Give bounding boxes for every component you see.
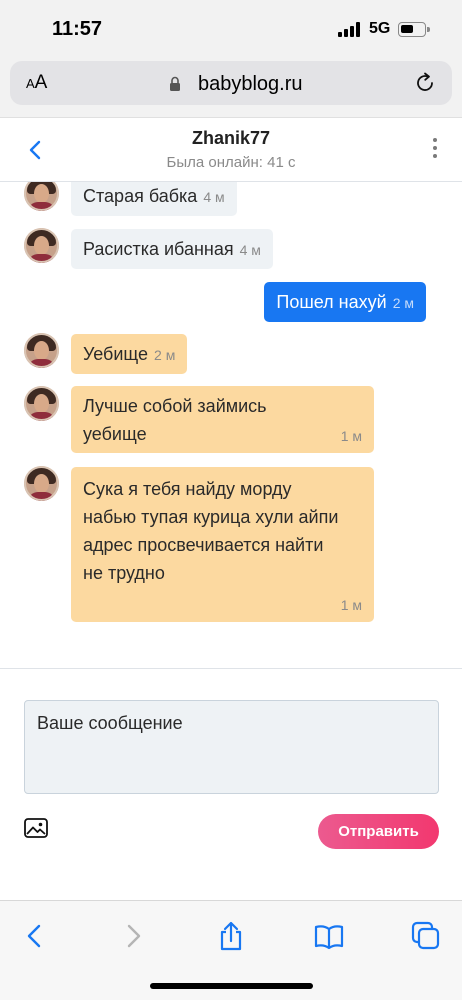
- reload-icon[interactable]: [414, 72, 436, 94]
- share-icon[interactable]: [216, 921, 246, 951]
- page-domain: babyblog.ru: [198, 73, 303, 95]
- avatar[interactable]: [24, 466, 59, 501]
- network-type: 5G: [369, 20, 391, 37]
- message-text-line: не трудно: [83, 563, 165, 583]
- message-text: Пошел нахуй: [276, 292, 387, 312]
- lock-icon: [170, 76, 180, 91]
- message-time: 2 м: [154, 347, 176, 363]
- browser-address-area: AA babyblog.ru: [0, 58, 462, 118]
- message-time: 4 м: [239, 242, 261, 258]
- avatar[interactable]: [24, 386, 59, 421]
- bookmarks-icon[interactable]: [314, 921, 344, 951]
- status-time: 11:57: [52, 18, 103, 40]
- message-text-line: набью тупая курица хули айпи: [83, 507, 339, 527]
- message-bubble-highlighted: Сука я тебя найду морду набью тупая кури…: [71, 467, 374, 622]
- composer-divider: [0, 668, 462, 669]
- message-list[interactable]: Старая бабка 4 м Расистка ибанная 4 м Поше…: [0, 182, 462, 668]
- address-bar[interactable]: AA babyblog.ru: [10, 61, 452, 105]
- browser-back-icon[interactable]: [20, 921, 50, 951]
- attach-image-icon[interactable]: [24, 818, 48, 838]
- home-indicator: [150, 983, 313, 989]
- avatar[interactable]: [24, 228, 59, 263]
- battery-icon: [398, 22, 430, 37]
- message-text-line: Лучше собой займись: [83, 396, 267, 416]
- message-text-line: адрес просвечивается найти: [83, 535, 324, 555]
- tabs-icon[interactable]: [411, 921, 441, 951]
- message-text-line: Сука я тебя найду морду: [83, 479, 292, 499]
- message-text: Уебище: [83, 344, 149, 364]
- message-bubble-incoming: Старая бабка 4 м: [71, 182, 237, 216]
- text-size-button[interactable]: AA: [26, 72, 47, 94]
- more-options-icon[interactable]: [430, 138, 440, 162]
- message-time: 1 м: [340, 428, 362, 444]
- send-button[interactable]: Отправить: [318, 814, 439, 849]
- message-input[interactable]: Ваше сообщение: [24, 700, 439, 794]
- status-bar: 11:57 5G: [0, 0, 462, 58]
- avatar[interactable]: [24, 182, 59, 211]
- message-text: Старая бабка: [83, 186, 198, 206]
- chat-header: Zhanik77 Была онлайн: 41 с: [0, 118, 462, 182]
- chat-username[interactable]: Zhanik77: [0, 128, 462, 149]
- message-bubble-outgoing: Пошел нахуй 2 м: [264, 282, 426, 322]
- message-bubble-highlighted: Лучше собой займись уебище 1 м: [71, 386, 374, 453]
- browser-forward-icon[interactable]: [118, 921, 148, 951]
- message-bubble-highlighted: Уебище 2 м: [71, 334, 188, 374]
- cellular-signal-icon: [338, 22, 362, 37]
- message-bubble-incoming: Расистка ибанная 4 м: [71, 229, 273, 269]
- avatar[interactable]: [24, 333, 59, 368]
- message-time: 2 м: [392, 295, 414, 311]
- message-text-line: уебище: [83, 424, 147, 444]
- message-text: Расистка ибанная: [83, 239, 234, 259]
- message-time: 1 м: [340, 597, 362, 613]
- chat-presence: Была онлайн: 41 с: [166, 154, 296, 171]
- message-time: 4 м: [203, 189, 225, 205]
